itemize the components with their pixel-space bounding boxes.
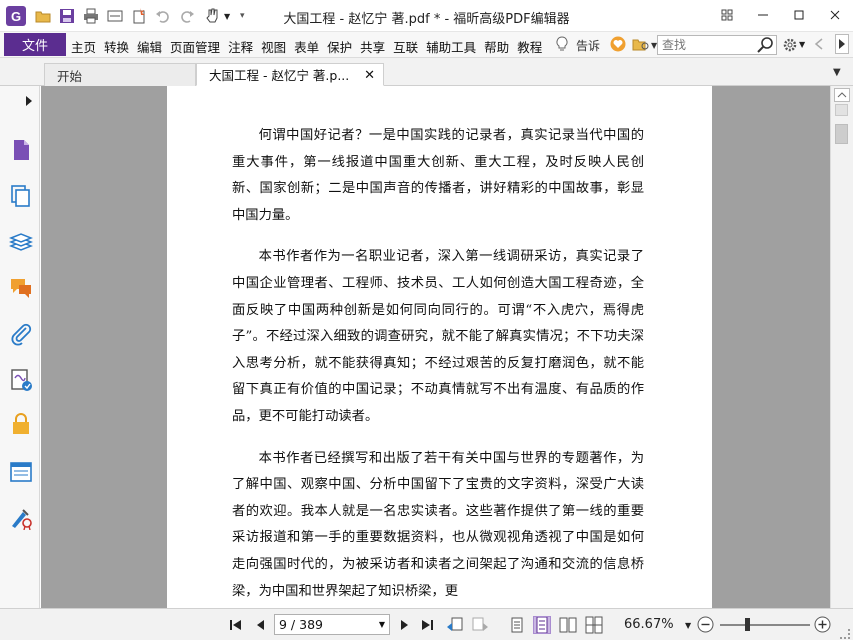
- redo-icon[interactable]: [178, 7, 196, 25]
- tab-label: 开始: [57, 68, 83, 84]
- facing-view-icon[interactable]: [559, 616, 577, 634]
- last-page-icon[interactable]: [419, 617, 435, 633]
- vertical-scrollbar[interactable]: [830, 86, 853, 608]
- chevron-down-icon[interactable]: ▼: [224, 12, 230, 21]
- menu-accessibility[interactable]: 辅助工具: [426, 37, 476, 56]
- menu-organize[interactable]: 页面管理: [170, 37, 220, 56]
- previous-view-icon[interactable]: [446, 617, 463, 633]
- scrollbar-thumb[interactable]: [835, 124, 848, 144]
- chevron-down-icon[interactable]: ▼: [799, 40, 805, 49]
- save-icon[interactable]: [58, 7, 76, 25]
- signatures-icon[interactable]: [9, 368, 33, 392]
- attachments-icon[interactable]: [9, 322, 33, 346]
- previous-page-icon[interactable]: [253, 617, 269, 633]
- menu-help[interactable]: 帮助: [484, 37, 509, 56]
- menu-connect[interactable]: 互联: [393, 37, 418, 56]
- print-icon[interactable]: [82, 7, 100, 25]
- find-folder-icon[interactable]: [632, 37, 650, 54]
- undo-icon[interactable]: [154, 7, 172, 25]
- paragraph: 本书作者已经撰写和出版了若干有关中国与世界的专题著作，为了解中国、观察中国、分析…: [232, 450, 644, 599]
- scrollbar-track-marker[interactable]: [835, 104, 848, 116]
- navigation-panel: [0, 86, 44, 640]
- pdf-page: 何谓中国好记者？一是中国实践的记录者，真实记录当代中国的重大事件，第一线报道中国…: [167, 86, 712, 608]
- zoom-slider-track[interactable]: [720, 624, 810, 626]
- menu-protect[interactable]: 保护: [327, 37, 352, 56]
- menu-comment[interactable]: 注释: [228, 37, 253, 56]
- close-icon[interactable]: [817, 0, 853, 30]
- tab-start[interactable]: 开始: [44, 63, 196, 86]
- ribbon-layout-icon[interactable]: [709, 0, 745, 30]
- menu-view[interactable]: 视图: [261, 37, 286, 56]
- search-icon[interactable]: [757, 37, 775, 53]
- menu-form[interactable]: 表单: [294, 37, 319, 56]
- zoom-in-icon[interactable]: [814, 616, 831, 633]
- next-view-icon[interactable]: [471, 617, 488, 633]
- resize-grip-icon[interactable]: [840, 629, 850, 639]
- security-icon[interactable]: [9, 412, 33, 436]
- menu-home[interactable]: 主页: [71, 37, 96, 56]
- paragraph: 何谓中国好记者？一是中国实践的记录者，真实记录当代中国的重大事件，第一线报道中国…: [232, 128, 644, 223]
- page-number-field[interactable]: 9 / 389 ▼: [274, 614, 390, 635]
- menu-items: 主页 转换 编辑 页面管理 注释 视图 表单 保护 共享 互联 辅助工具 帮助 …: [71, 37, 550, 56]
- menu-bar: 文件 主页 转换 编辑 页面管理 注释 视图 表单 保护 共享 互联 辅助工具 …: [0, 32, 853, 58]
- customize-qa-icon[interactable]: ▾: [240, 11, 245, 21]
- menu-share[interactable]: 共享: [360, 37, 385, 56]
- fields-icon[interactable]: [9, 460, 33, 484]
- lightbulb-icon: [556, 36, 568, 55]
- paragraph: 本书作者作为一名职业记者，深入第一线调研采访，真实记录了中国企业管理者、工程师、…: [232, 249, 644, 424]
- menu-tutorial[interactable]: 教程: [517, 37, 542, 56]
- new-icon[interactable]: [130, 7, 148, 25]
- document-viewport[interactable]: 何谓中国好记者？一是中国实践的记录者，真实记录当代中国的重大事件，第一线报道中国…: [41, 86, 830, 608]
- gear-icon[interactable]: [782, 37, 798, 56]
- certify-icon[interactable]: [9, 506, 33, 531]
- zoom-out-icon[interactable]: [697, 616, 714, 633]
- tab-label: 大国工程 - 赵忆宁 著.p...: [209, 68, 350, 83]
- open-folder-icon[interactable]: [34, 7, 52, 25]
- page-thumbnails-icon[interactable]: [9, 138, 33, 162]
- single-page-view-icon[interactable]: [508, 616, 526, 634]
- pages-icon[interactable]: [9, 184, 33, 208]
- minimize-icon[interactable]: [745, 0, 781, 30]
- file-menu-button[interactable]: 文件: [4, 33, 66, 56]
- scroll-up-icon[interactable]: [834, 88, 850, 102]
- ribbon-scroll-left-icon[interactable]: [814, 37, 824, 54]
- tell-me[interactable]: 告诉 ▼: [556, 36, 657, 55]
- continuous-view-icon[interactable]: [533, 616, 551, 634]
- layers-icon[interactable]: [8, 230, 34, 254]
- tab-document[interactable]: 大国工程 - 赵忆宁 著.p... ✕: [196, 63, 384, 86]
- tell-me-label: 告诉: [576, 39, 601, 53]
- page-number-value: 9 / 389: [279, 617, 323, 632]
- document-tab-bar: 开始 大国工程 - 赵忆宁 著.p... ✕ ▼: [0, 58, 853, 86]
- status-bar: 9 / 389 ▼ 66.67% ▼: [0, 608, 853, 640]
- zoom-slider-thumb[interactable]: [745, 618, 750, 631]
- scan-icon[interactable]: [106, 7, 124, 25]
- maximize-icon[interactable]: [781, 0, 817, 30]
- heart-icon[interactable]: [610, 36, 626, 55]
- page-text-block: 何谓中国好记者？一是中国实践的记录者，真实记录当代中国的重大事件，第一线报道中国…: [232, 123, 644, 608]
- continuous-facing-view-icon[interactable]: [585, 616, 603, 634]
- tab-list-icon[interactable]: ▼: [833, 67, 841, 78]
- title-bar: G ▼ ▾ 大国工程 - 赵忆宁 著.pdf * - 福昕高级PDF编辑器: [0, 0, 853, 32]
- hand-tool-icon[interactable]: [204, 7, 222, 25]
- zoom-level[interactable]: 66.67%: [624, 617, 674, 632]
- menu-edit[interactable]: 编辑: [137, 37, 162, 56]
- next-page-icon[interactable]: [396, 617, 412, 633]
- first-page-icon[interactable]: [228, 617, 244, 633]
- ribbon-scroll-right-icon[interactable]: [835, 34, 849, 54]
- menu-convert[interactable]: 转换: [104, 37, 129, 56]
- chevron-down-icon[interactable]: ▼: [685, 621, 691, 630]
- close-icon[interactable]: ✕: [364, 68, 375, 83]
- comments-icon[interactable]: [9, 276, 33, 300]
- expand-panel-icon[interactable]: [25, 95, 33, 109]
- app-logo-icon[interactable]: G: [6, 6, 26, 26]
- chevron-down-icon[interactable]: ▼: [379, 620, 385, 629]
